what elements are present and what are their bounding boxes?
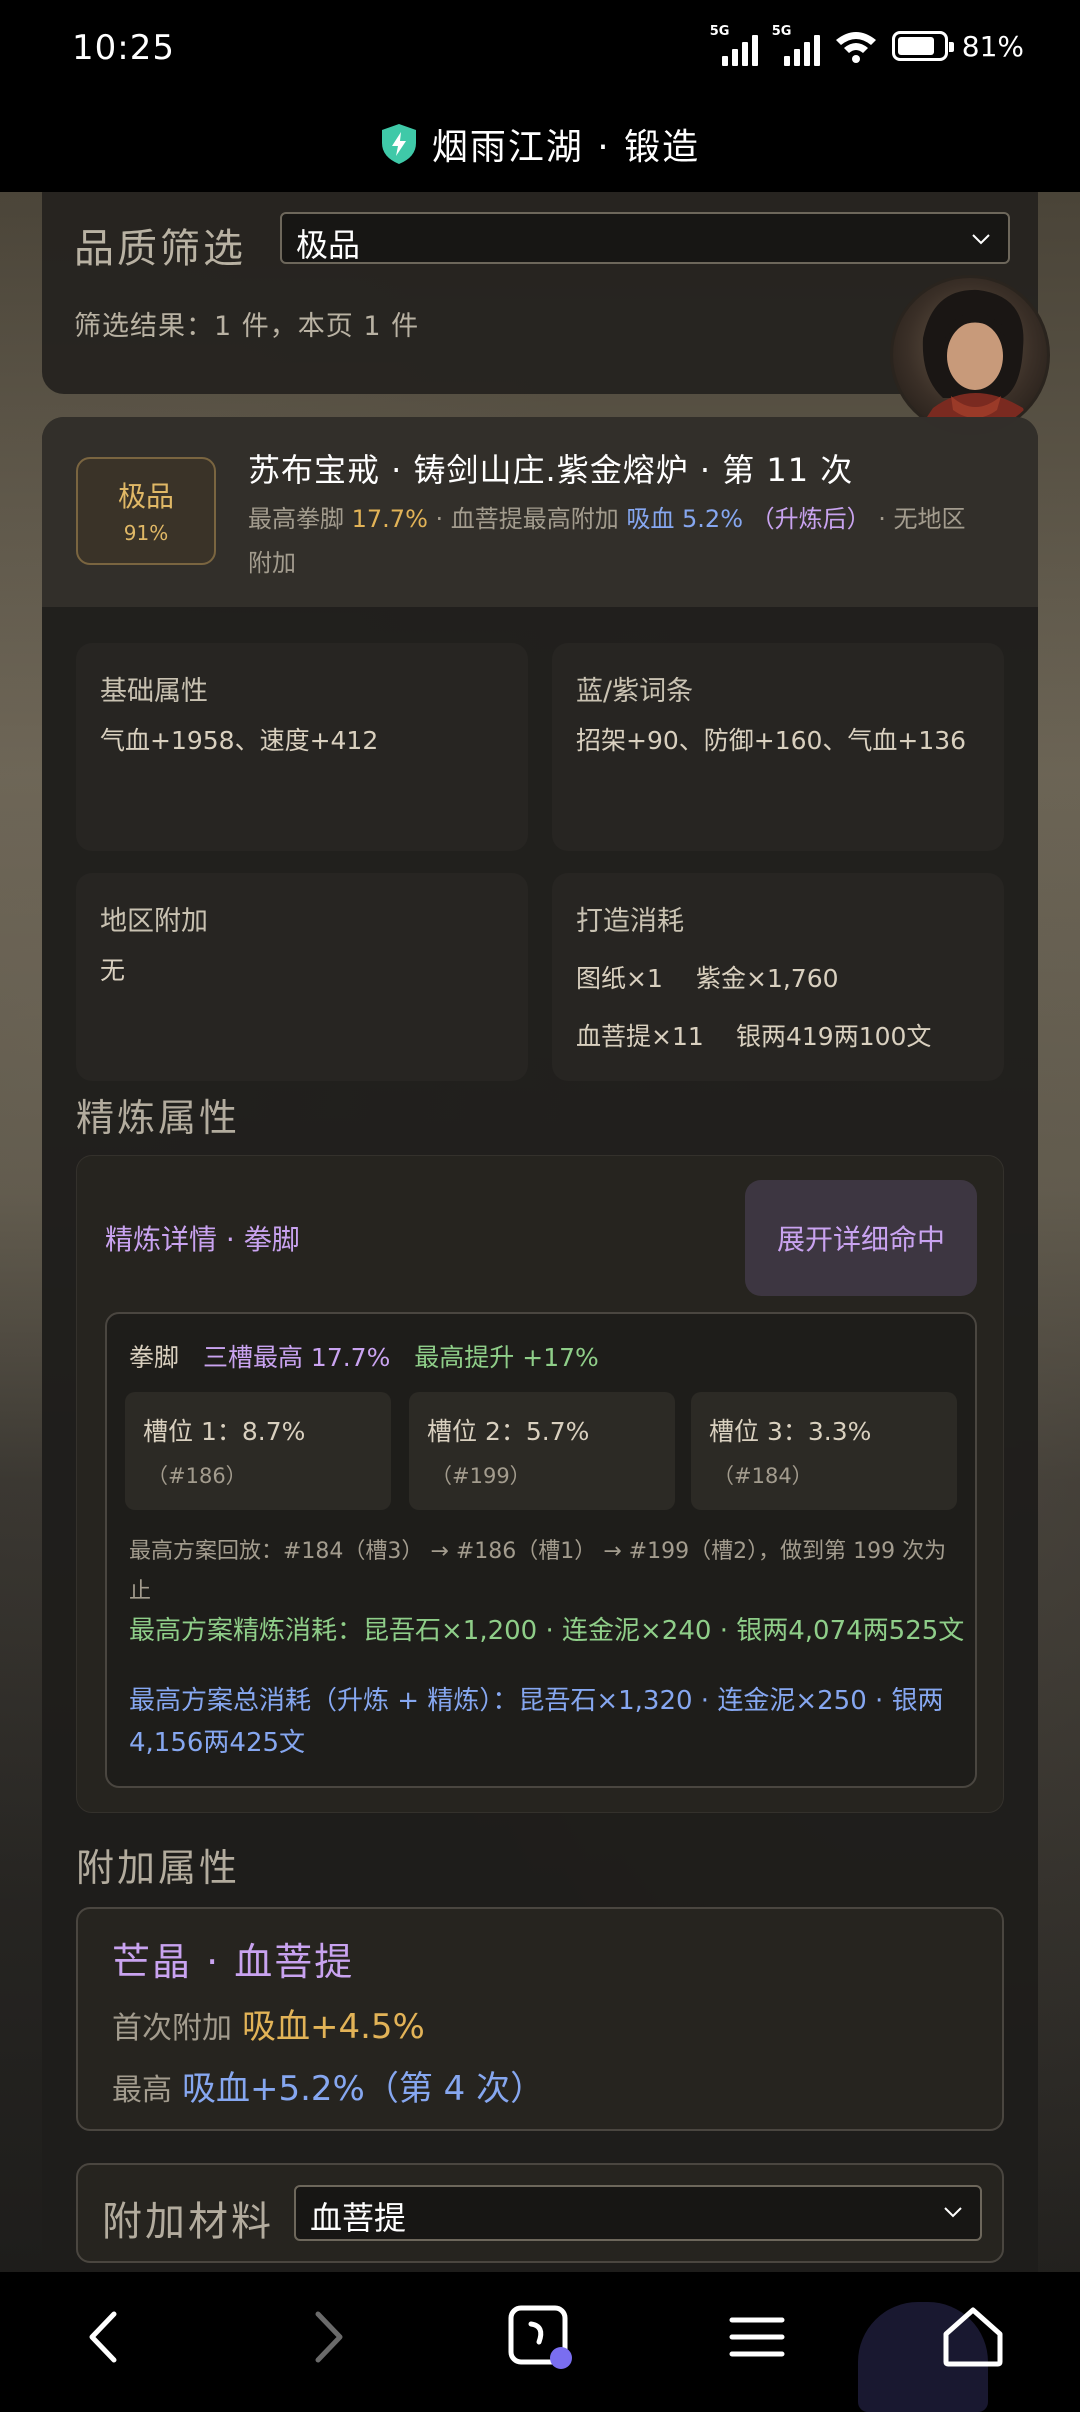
- chevron-left-icon[interactable]: [72, 2302, 142, 2372]
- chevron-down-icon: [972, 234, 990, 245]
- clock: 10:25: [72, 28, 175, 68]
- region-bonus-box: 地区附加 无: [76, 873, 528, 1081]
- extra-material-name: 芒晶 · 血菩提: [112, 1940, 355, 1984]
- best-plan-refine-cost: 最高方案精炼消耗：昆吾石×1,200 · 连金泥×240 · 银两4,074两5…: [129, 1616, 965, 1646]
- battery-percent: 81%: [961, 29, 1024, 63]
- best-plan-replay: 最高方案回放：#184（槽3） → #186（槽1） → #199（槽2），做到…: [129, 1539, 947, 1604]
- item-card: 极品 91% 苏布宝戒 · 铸剑山庄.紫金熔炉 · 第 11 次 最高拳脚 17…: [42, 417, 1038, 2272]
- tabs-icon[interactable]: [505, 2302, 575, 2372]
- first-extra: 首次附加 吸血+4.5%: [112, 2007, 425, 2047]
- affix-stats-label: 蓝/紫词条: [576, 676, 694, 707]
- max-extra: 最高 吸血+5.2%（第 4 次）: [112, 2069, 545, 2109]
- content-area[interactable]: 品质筛选 极品 筛选结果：1 件，本页 1 件 极品 91% 苏布宝戒 · 铸剑…: [0, 192, 1080, 2272]
- home-icon[interactable]: [938, 2302, 1008, 2372]
- refine-panel: 精炼详情 · 拳脚 展开详细命中 拳脚 三槽最高 17.7% 最高提升 +17%…: [76, 1155, 1004, 1813]
- region-bonus-label: 地区附加: [100, 906, 208, 937]
- material-select[interactable]: 血菩提: [294, 2185, 982, 2241]
- page-title-bar: 烟雨江湖 · 锻造: [0, 95, 1080, 192]
- region-bonus-value: 无: [100, 956, 126, 985]
- craft-cost-label: 打造消耗: [576, 906, 684, 937]
- material-panel: 附加材料 血菩提: [76, 2163, 1004, 2263]
- best-plan-total-cost: 最高方案总消耗（升炼 + 精炼）：昆吾石×1,320 · 连金泥×250 · 银…: [129, 1686, 944, 1758]
- slot-value: 槽位 1：8.7%: [143, 1417, 306, 1446]
- wifi-icon: [835, 32, 876, 63]
- max-fist-percent: 17.7%: [351, 505, 428, 533]
- slot3-max: 三槽最高 17.7%: [202, 1343, 391, 1372]
- slot-id: （#184）: [713, 1464, 813, 1488]
- battery-icon: [891, 31, 954, 61]
- craft-cost-box: 打造消耗 图纸×1 紫金×1,760 血菩提×11 银两419两100文: [552, 873, 1004, 1081]
- filter-card: 品质筛选 极品 筛选结果：1 件，本页 1 件: [42, 192, 1038, 394]
- signal-icon: 5G: [710, 24, 758, 66]
- quality-filter-value: 极品: [296, 226, 361, 264]
- chevron-down-icon: [944, 2207, 962, 2218]
- first-extra-value: 吸血+4.5%: [242, 2007, 425, 2047]
- filter-result: 筛选结果：1 件，本页 1 件: [74, 311, 420, 342]
- refine-detail-box: 拳脚 三槽最高 17.7% 最高提升 +17% 槽位 1：8.7% （#186）…: [105, 1312, 977, 1788]
- cost-item: 图纸×1: [576, 964, 663, 993]
- refine-summary: 拳脚 三槽最高 17.7% 最高提升 +17%: [129, 1343, 599, 1372]
- slot-card: 槽位 2：5.7% （#199）: [409, 1392, 675, 1510]
- status-bar: 10:25 5G 5G 81%: [0, 0, 1080, 95]
- base-stats-value: 气血+1958、速度+412: [100, 726, 379, 755]
- shield-bolt-icon: [381, 123, 416, 164]
- signal-icon: 5G: [772, 24, 820, 66]
- after-upgrade-note: （升炼后）: [750, 505, 871, 533]
- bottom-navigation: [0, 2272, 1080, 2412]
- affix-stats-value: 招架+90、防御+160、气血+136: [576, 726, 967, 755]
- status-icons: 5G 5G 81%: [710, 24, 1024, 66]
- menu-icon[interactable]: [722, 2302, 792, 2372]
- quality-filter-select[interactable]: 极品: [280, 212, 1010, 264]
- slot-card: 槽位 1：8.7% （#186）: [125, 1392, 391, 1510]
- expand-details-button[interactable]: 展开详细命中: [745, 1180, 977, 1296]
- item-title: 苏布宝戒 · 铸剑山庄.紫金熔炉 · 第 11 次: [248, 451, 854, 489]
- base-stats-label: 基础属性: [100, 676, 208, 707]
- extra-attribute-panel: 芒晶 · 血菩提 首次附加 吸血+4.5% 最高 吸血+5.2%（第 4 次）: [76, 1907, 1004, 2131]
- quality-filter-label: 品质筛选: [74, 226, 246, 272]
- refine-section-title: 精炼属性: [76, 1096, 241, 1140]
- max-extra-value: 吸血+5.2%（第 4 次）: [182, 2069, 545, 2109]
- cost-item: 紫金×1,760: [696, 964, 839, 993]
- slot-id: （#186）: [147, 1464, 247, 1488]
- material-select-value: 血菩提: [310, 2199, 407, 2237]
- cost-item: 银两419两100文: [736, 1022, 932, 1051]
- character-portrait-icon: [917, 289, 1031, 432]
- slot-value: 槽位 3：3.3%: [709, 1417, 872, 1446]
- page-title: 烟雨江湖 · 锻造: [431, 126, 701, 168]
- slot-value: 槽位 2：5.7%: [427, 1417, 590, 1446]
- slot-card: 槽位 3：3.3% （#184）: [691, 1392, 957, 1510]
- chevron-right-icon[interactable]: [290, 2302, 360, 2372]
- item-summary: 最高拳脚 17.7% · 血菩提最高附加 吸血 5.2% （升炼后） · 无地区…: [248, 505, 966, 577]
- blood-steal-value: 吸血 5.2%: [626, 505, 744, 533]
- material-label: 附加材料: [102, 2199, 274, 2245]
- item-header: 极品 91% 苏布宝戒 · 铸剑山庄.紫金熔炉 · 第 11 次 最高拳脚 17…: [42, 417, 1038, 607]
- avatar[interactable]: [890, 275, 1050, 435]
- base-stats-box: 基础属性 气血+1958、速度+412: [76, 643, 528, 851]
- cost-item: 血菩提×11: [576, 1022, 704, 1051]
- slot-id: （#199）: [431, 1464, 531, 1488]
- refine-detail-label: 精炼详情 · 拳脚: [105, 1223, 300, 1256]
- grade-badge: 极品 91%: [76, 457, 216, 565]
- affix-stats-box: 蓝/紫词条 招架+90、防御+160、气血+136: [552, 643, 1004, 851]
- grade-name: 极品: [117, 480, 174, 513]
- grade-percent: 91%: [123, 521, 169, 545]
- max-increase: 最高提升 +17%: [414, 1343, 599, 1372]
- extra-section-title: 附加属性: [76, 1846, 241, 1890]
